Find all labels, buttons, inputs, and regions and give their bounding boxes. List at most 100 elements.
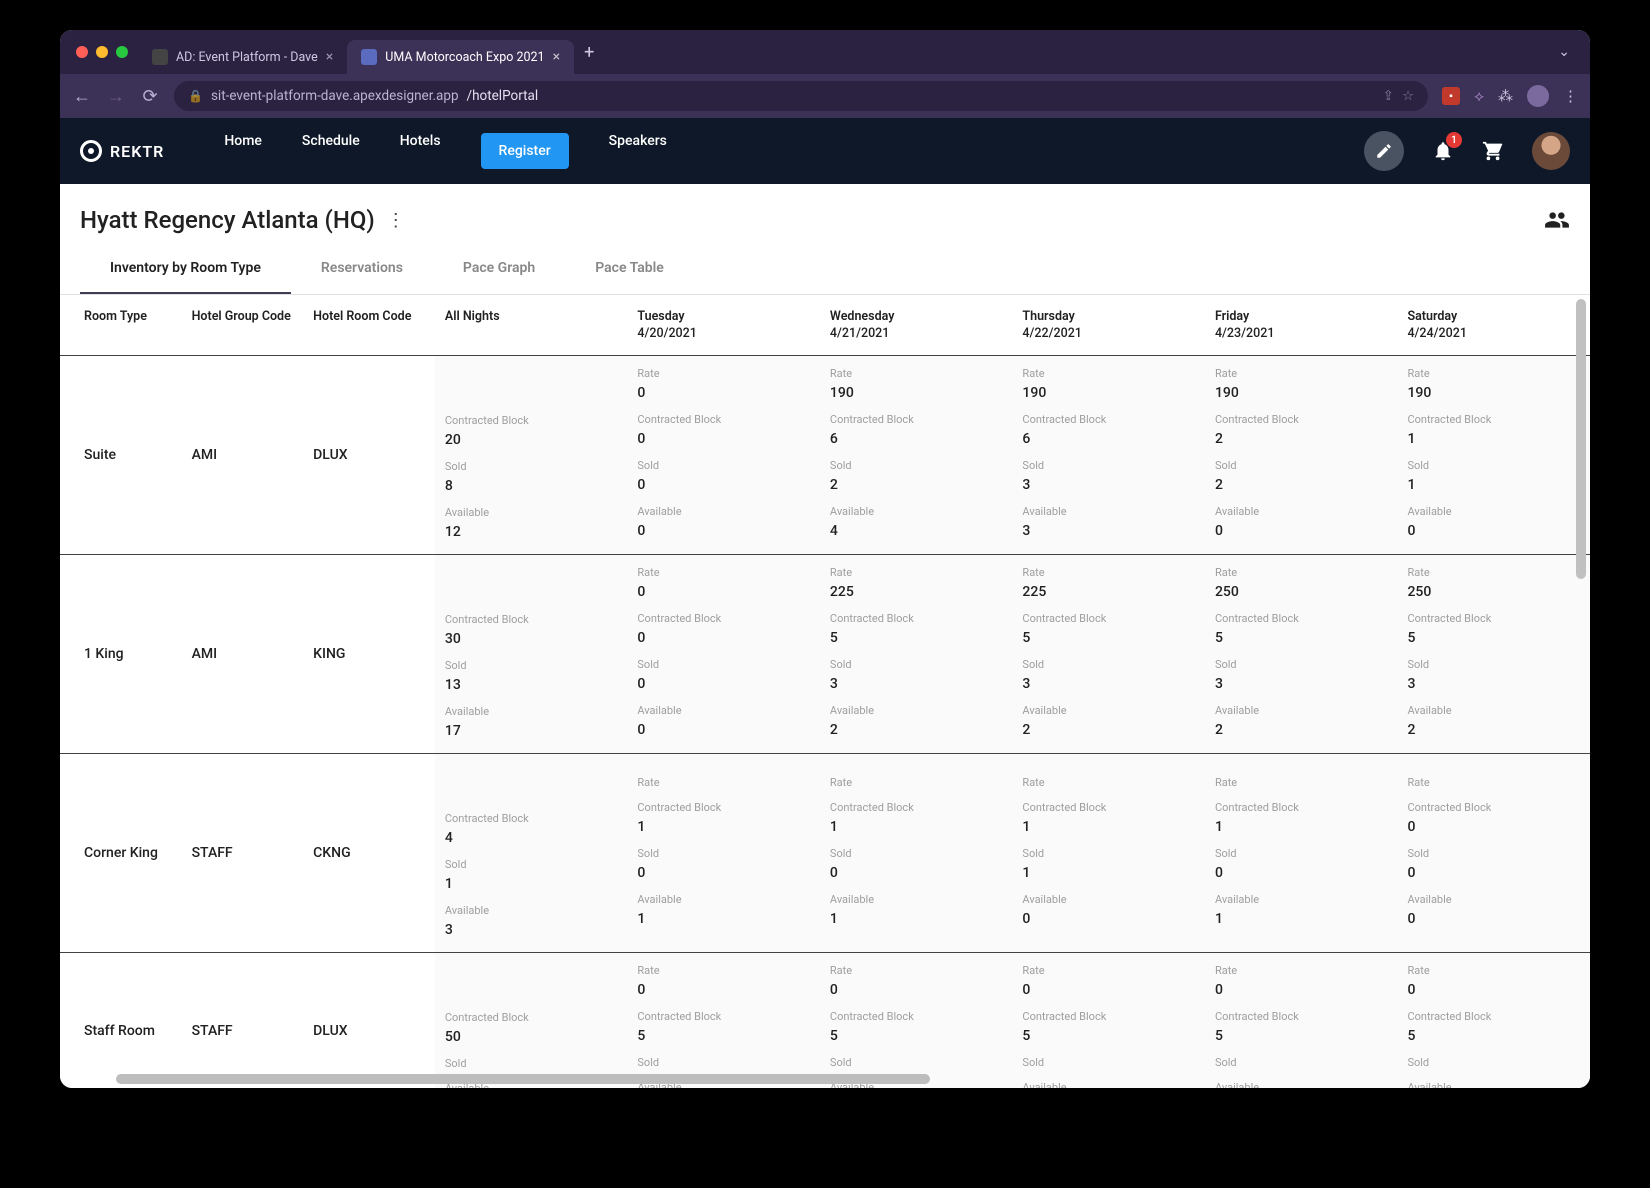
browser-tab-active[interactable]: UMA Motorcoach Expo 2021 × xyxy=(347,40,574,74)
metric-value: 30 xyxy=(445,631,461,647)
metric-value: 5 xyxy=(1407,1028,1415,1044)
cell-day: Rate0Contracted Block5SoldAvailable xyxy=(1012,953,1205,1089)
favicon-icon xyxy=(361,49,377,65)
metric-value: 190 xyxy=(1215,385,1239,401)
cell-all-nights: Contracted Block4Sold1Available3 xyxy=(435,754,628,953)
metric-value: 6 xyxy=(1022,431,1030,447)
metric-value: 5 xyxy=(1407,630,1415,646)
th-all-nights[interactable]: All Nights xyxy=(435,295,628,356)
metric-label: Available xyxy=(1215,704,1388,717)
maximize-window-icon[interactable] xyxy=(116,46,128,58)
cell-day: Rate225Contracted Block5Sold3Available2 xyxy=(820,555,1013,754)
address-bar[interactable]: 🔒 sit-event-platform-dave.apexdesigner.a… xyxy=(174,81,1428,111)
th-day[interactable]: Wednesday4/21/2021 xyxy=(820,295,1013,356)
metric-label: Contracted Block xyxy=(1407,801,1580,814)
minimize-window-icon[interactable] xyxy=(96,46,108,58)
share-icon[interactable]: ⇪ xyxy=(1383,88,1394,104)
reload-button[interactable]: ⟳ xyxy=(140,86,160,107)
edit-button[interactable] xyxy=(1364,131,1404,171)
metric-label: Contracted Block xyxy=(637,801,810,814)
th-day[interactable]: Friday4/23/2021 xyxy=(1205,295,1398,356)
extension-icons: ▪ ⟡ ⁂ ⋮ xyxy=(1442,85,1578,107)
metric-value: 0 xyxy=(637,676,645,692)
browser-menu-icon[interactable]: ⋮ xyxy=(1563,87,1578,105)
metric-value: 8 xyxy=(445,478,453,494)
nav-speakers[interactable]: Speakers xyxy=(609,133,667,169)
metric-value: 0 xyxy=(637,431,645,447)
nav-home[interactable]: Home xyxy=(224,133,262,169)
metric-value: 1 xyxy=(830,819,838,835)
metric-label: Sold xyxy=(445,460,618,473)
forward-button[interactable]: → xyxy=(106,86,126,107)
metric-label: Contracted Block xyxy=(445,613,618,626)
th-hotel-group-code[interactable]: Hotel Group Code xyxy=(182,295,304,356)
browser-tab-strip: AD: Event Platform - Dave × UMA Motorcoa… xyxy=(60,30,1590,74)
profile-avatar-icon[interactable] xyxy=(1527,85,1549,107)
metric-value: 1 xyxy=(637,819,645,835)
metric-label: Available xyxy=(1407,893,1580,906)
cell-room-code: CKNG xyxy=(303,754,435,953)
metric-value: 0 xyxy=(1022,911,1030,927)
metric-label: Contracted Block xyxy=(830,413,1003,426)
th-day[interactable]: Tuesday4/20/2021 xyxy=(627,295,820,356)
metric-value: 250 xyxy=(1215,584,1239,600)
user-avatar[interactable] xyxy=(1532,132,1570,170)
extension-icon[interactable]: ⟡ xyxy=(1474,87,1484,105)
browser-tab[interactable]: AD: Event Platform - Dave × xyxy=(138,40,347,74)
tab-reservations[interactable]: Reservations xyxy=(291,244,433,294)
metric-value: 5 xyxy=(1022,1028,1030,1044)
metric-label: Sold xyxy=(637,1056,810,1069)
metric-label: Contracted Block xyxy=(1022,612,1195,625)
close-window-icon[interactable] xyxy=(76,46,88,58)
metric-label: Contracted Block xyxy=(1022,801,1195,814)
metric-value: 2 xyxy=(830,722,838,738)
lock-icon: 🔒 xyxy=(188,89,203,103)
metric-label: Rate xyxy=(1022,367,1195,380)
th-day[interactable]: Saturday4/24/2021 xyxy=(1397,295,1590,356)
metric-value: 20 xyxy=(445,432,461,448)
metric-value: 4 xyxy=(445,830,453,846)
th-room-type[interactable]: Room Type xyxy=(60,295,182,356)
cell-group-code: STAFF xyxy=(182,953,304,1089)
close-tab-icon[interactable]: × xyxy=(553,49,560,65)
back-button[interactable]: ← xyxy=(72,86,92,107)
metric-value: 4 xyxy=(830,523,838,539)
th-hotel-room-code[interactable]: Hotel Room Code xyxy=(303,295,435,356)
metric-label: Sold xyxy=(445,858,618,871)
extensions-menu-icon[interactable]: ⁂ xyxy=(1498,87,1513,105)
metric-label: Rate xyxy=(1215,776,1388,789)
close-tab-icon[interactable]: × xyxy=(326,49,333,65)
tab-pace-table[interactable]: Pace Table xyxy=(565,244,694,294)
nav-schedule[interactable]: Schedule xyxy=(302,133,360,169)
nav-hotels[interactable]: Hotels xyxy=(400,133,441,169)
notifications-button[interactable]: 1 xyxy=(1432,140,1454,162)
brand-logo[interactable]: REKTR xyxy=(80,140,164,162)
nav-register-button[interactable]: Register xyxy=(481,133,569,169)
metric-label: Rate xyxy=(830,964,1003,977)
tab-inventory[interactable]: Inventory by Room Type xyxy=(80,244,291,294)
cart-button[interactable] xyxy=(1482,140,1504,162)
metric-value: 0 xyxy=(1215,865,1223,881)
metric-label: Available xyxy=(637,505,810,518)
browser-toolbar: ← → ⟳ 🔒 sit-event-platform-dave.apexdesi… xyxy=(60,74,1590,118)
new-tab-button[interactable]: + xyxy=(574,42,604,63)
metric-label: Sold xyxy=(1407,847,1580,860)
more-options-button[interactable]: ⋮ xyxy=(387,210,405,231)
vertical-scrollbar[interactable] xyxy=(1574,295,1588,1088)
th-day[interactable]: Thursday4/22/2021 xyxy=(1012,295,1205,356)
metric-value: 0 xyxy=(1022,982,1030,998)
metric-value: 250 xyxy=(1407,584,1431,600)
table-row: 1 KingAMIKINGContracted Block30Sold13Ava… xyxy=(60,555,1590,754)
metric-label: Contracted Block xyxy=(1215,801,1388,814)
extension-icon[interactable]: ▪ xyxy=(1442,87,1460,105)
horizontal-scrollbar[interactable] xyxy=(116,1072,1570,1086)
tab-pace-graph[interactable]: Pace Graph xyxy=(433,244,565,294)
tabs-overflow-icon[interactable]: ⌄ xyxy=(1558,44,1580,60)
bookmark-icon[interactable]: ☆ xyxy=(1402,88,1414,104)
metric-value: 2 xyxy=(1022,722,1030,738)
metric-label: Available xyxy=(637,893,810,906)
table-scroll-area[interactable]: Room Type Hotel Group Code Hotel Room Co… xyxy=(60,295,1590,1088)
metric-label: Sold xyxy=(1022,1056,1195,1069)
people-button[interactable] xyxy=(1544,207,1570,233)
traffic-lights xyxy=(70,46,138,58)
